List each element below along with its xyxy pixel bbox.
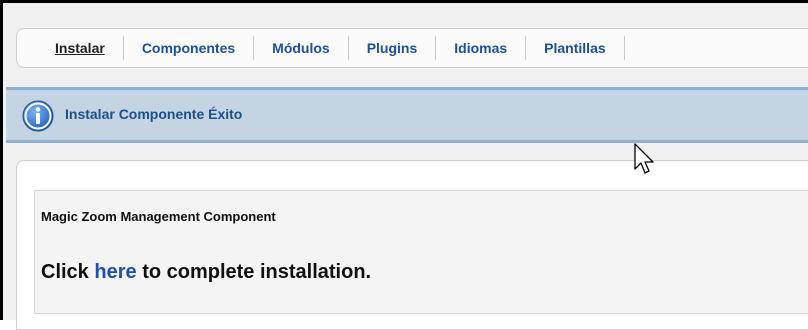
info-icon	[22, 100, 54, 132]
install-result-box: Magic Zoom Management Component Click he…	[34, 190, 808, 314]
complete-installation-text: Click here to complete installation.	[41, 261, 371, 284]
mouse-cursor-icon	[634, 143, 654, 174]
message-text: Instalar Componente Éxito	[65, 106, 243, 122]
submenu-tabbar: Instalar Componentes Módulos Plugins Idi…	[16, 28, 808, 68]
system-message: Instalar Componente Éxito	[6, 87, 808, 143]
instruction-prefix: Click	[41, 261, 89, 283]
tab-componentes[interactable]: Componentes	[124, 36, 255, 60]
tab-instalar[interactable]: Instalar	[53, 36, 124, 60]
tab-plugins[interactable]: Plugins	[349, 36, 437, 60]
complete-installation-link[interactable]: here	[94, 261, 136, 283]
content-panel: Magic Zoom Management Component Click he…	[16, 160, 808, 330]
tab-modulos[interactable]: Módulos	[254, 36, 349, 60]
instruction-suffix: to complete installation.	[142, 261, 372, 283]
window-frame: Instalar Componentes Módulos Plugins Idi…	[0, 0, 808, 330]
component-name: Magic Zoom Management Component	[41, 209, 276, 224]
tab-idiomas[interactable]: Idiomas	[436, 36, 527, 60]
tab-plantillas[interactable]: Plantillas	[526, 36, 625, 60]
